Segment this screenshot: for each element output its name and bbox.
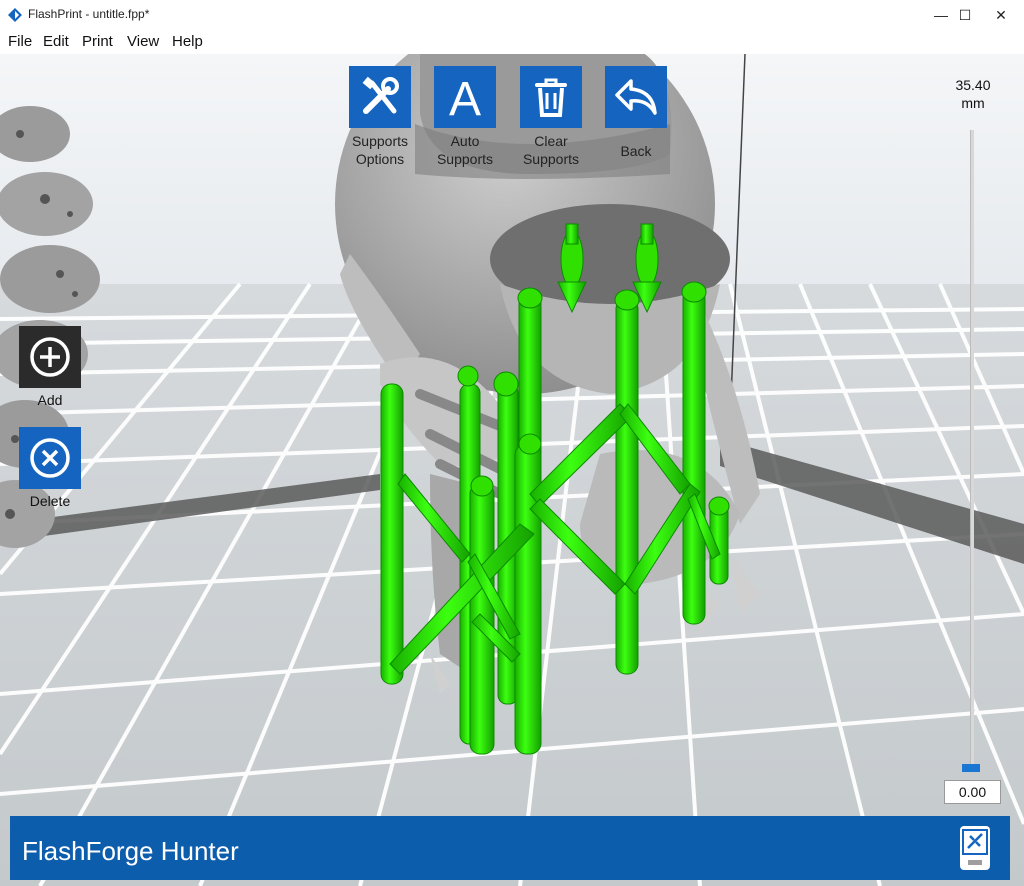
menu-view[interactable]: View: [127, 33, 159, 50]
layer-unit: mm: [961, 95, 985, 111]
window-title: FlashPrint - untitle.fpp*: [28, 7, 150, 21]
printer-status-bar: FlashForge Hunter: [10, 816, 1010, 880]
flashprint-logo-icon: [8, 8, 22, 22]
svg-text:A: A: [449, 73, 481, 121]
supports-options-label-2: Options: [355, 151, 405, 167]
layer-max-value: 35.40: [955, 77, 991, 93]
clear-supports-label-2: Supports: [522, 151, 580, 167]
delete-support-button[interactable]: Delete: [19, 427, 81, 509]
delete-label: Delete: [29, 493, 71, 509]
x-circle-icon: [19, 427, 81, 489]
auto-supports-label-2: Supports: [436, 151, 494, 167]
trash-icon: [520, 66, 582, 128]
menu-bar: File Edit Print View Help: [0, 30, 1024, 54]
layer-max-height: 35.40 mm: [940, 76, 1006, 112]
layer-slider-handle[interactable]: [962, 764, 980, 772]
plus-circle-icon: [19, 326, 81, 388]
tools-icon: [349, 66, 411, 128]
clear-supports-button[interactable]: Clear Supports: [506, 66, 596, 168]
back-button[interactable]: Back: [591, 66, 681, 160]
scene-canvas: [0, 54, 1024, 886]
back-arrow-icon: [605, 66, 667, 128]
title-bar: FlashPrint - untitle.fpp* — ☐ ✕: [0, 0, 1024, 31]
add-support-button[interactable]: Add: [19, 326, 81, 408]
printer-name: FlashForge Hunter: [22, 836, 239, 866]
add-label: Add: [37, 392, 63, 408]
back-label: Back: [620, 143, 652, 159]
close-button[interactable]: ✕: [978, 0, 1024, 30]
supports-options-button[interactable]: Supports Options: [335, 66, 425, 168]
auto-supports-label-1: Auto: [450, 133, 480, 149]
connection-icon[interactable]: [960, 826, 990, 870]
menu-print[interactable]: Print: [82, 33, 113, 50]
menu-help[interactable]: Help: [172, 33, 203, 50]
menu-edit[interactable]: Edit: [43, 33, 69, 50]
auto-supports-button[interactable]: A Auto Supports: [420, 66, 510, 168]
menu-file[interactable]: File: [8, 33, 32, 50]
3d-viewport[interactable]: Supports Options A Auto Supports Clear S…: [0, 54, 1024, 886]
layer-height-input[interactable]: 0.00: [944, 780, 1001, 804]
clear-supports-label-1: Clear: [534, 133, 568, 149]
letter-a-icon: A: [434, 66, 496, 128]
supports-options-label-1: Supports: [351, 133, 409, 149]
layer-slider-track[interactable]: [970, 130, 974, 770]
